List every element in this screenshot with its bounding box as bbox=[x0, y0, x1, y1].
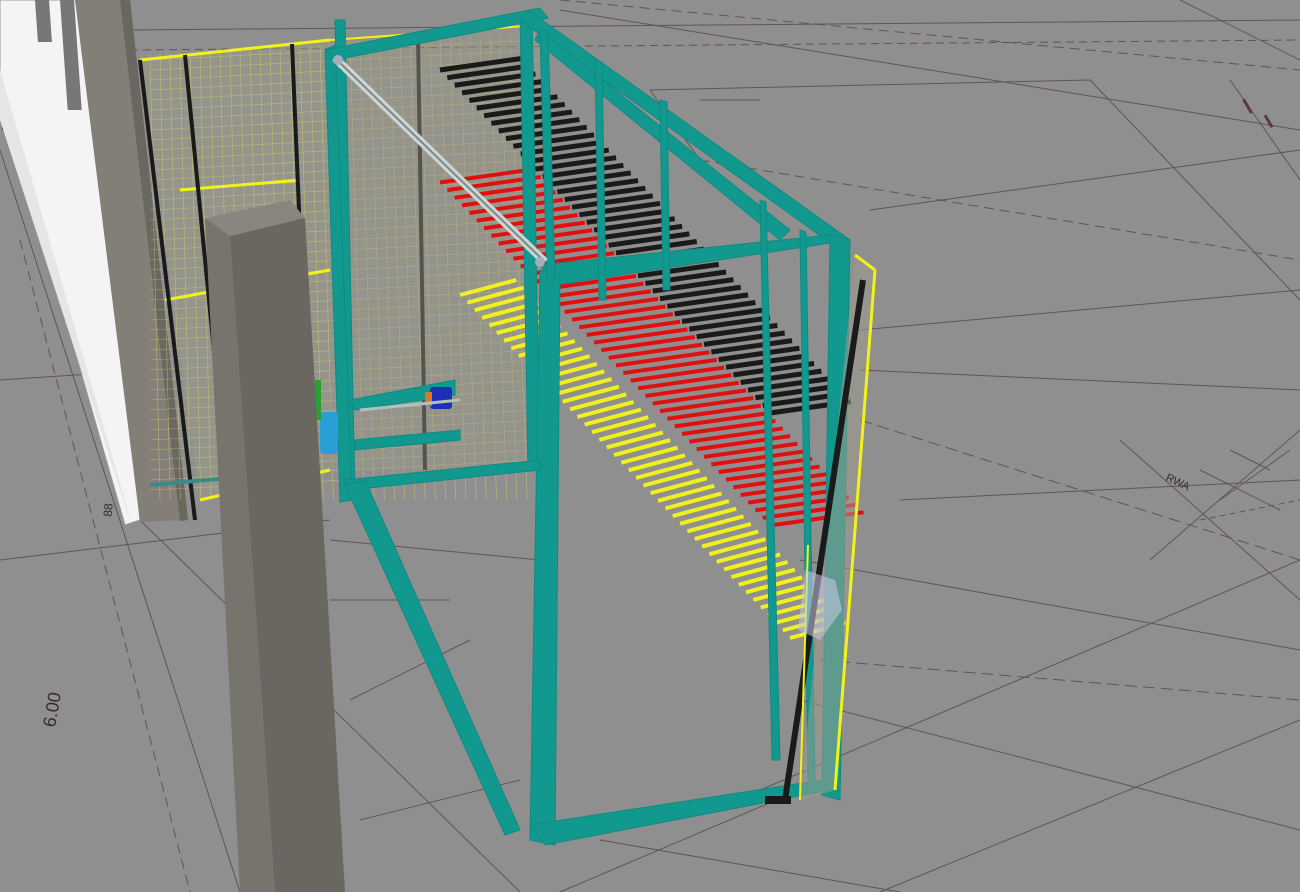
dimension-label: 6.00 bbox=[39, 691, 65, 729]
cad-3d-scene[interactable]: 6.00 88 RWA bbox=[0, 0, 1300, 892]
area-label: RWA bbox=[1164, 472, 1192, 494]
safety-fence-front bbox=[765, 253, 877, 804]
motor-icon bbox=[430, 387, 452, 409]
gear-motor-icon bbox=[320, 412, 338, 454]
dimension-label: 88 bbox=[101, 502, 116, 517]
cad-viewport[interactable]: 6.00 88 RWA bbox=[0, 0, 1300, 892]
